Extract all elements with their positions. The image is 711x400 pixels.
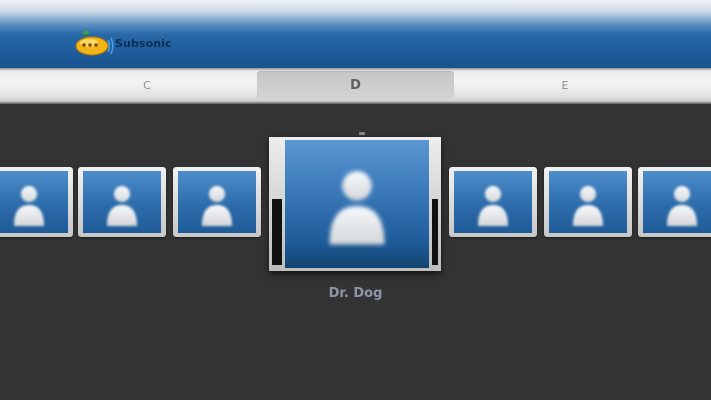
app-header: Subsonic bbox=[0, 0, 711, 68]
person-placeholder-icon bbox=[664, 182, 700, 228]
selection-indicator bbox=[359, 132, 365, 135]
artist-card[interactable] bbox=[544, 167, 632, 237]
artist-card[interactable] bbox=[173, 167, 261, 237]
person-placeholder-icon bbox=[475, 182, 511, 228]
artist-card[interactable] bbox=[638, 167, 711, 237]
person-placeholder-icon bbox=[11, 182, 47, 228]
person-placeholder-icon bbox=[324, 162, 390, 250]
submarine-icon bbox=[75, 31, 114, 56]
letter-tab-bar: C D E bbox=[0, 68, 711, 104]
person-placeholder-icon bbox=[104, 182, 140, 228]
person-placeholder-icon bbox=[199, 182, 235, 228]
person-placeholder-icon bbox=[570, 182, 606, 228]
tab-c[interactable]: C bbox=[82, 71, 212, 101]
selected-artist-title: Dr. Dog bbox=[328, 286, 383, 301]
cover-edge bbox=[432, 199, 438, 265]
app-name: Subsonic bbox=[115, 36, 172, 50]
tab-e[interactable]: E bbox=[500, 71, 630, 101]
artist-card[interactable] bbox=[0, 167, 73, 237]
tab-d[interactable]: D bbox=[257, 71, 454, 101]
artist-card[interactable] bbox=[449, 167, 537, 237]
artist-card[interactable] bbox=[78, 167, 166, 237]
cover-edge bbox=[272, 199, 282, 265]
selected-artist-card[interactable] bbox=[269, 137, 441, 271]
app-logo[interactable]: Subsonic bbox=[74, 28, 172, 58]
